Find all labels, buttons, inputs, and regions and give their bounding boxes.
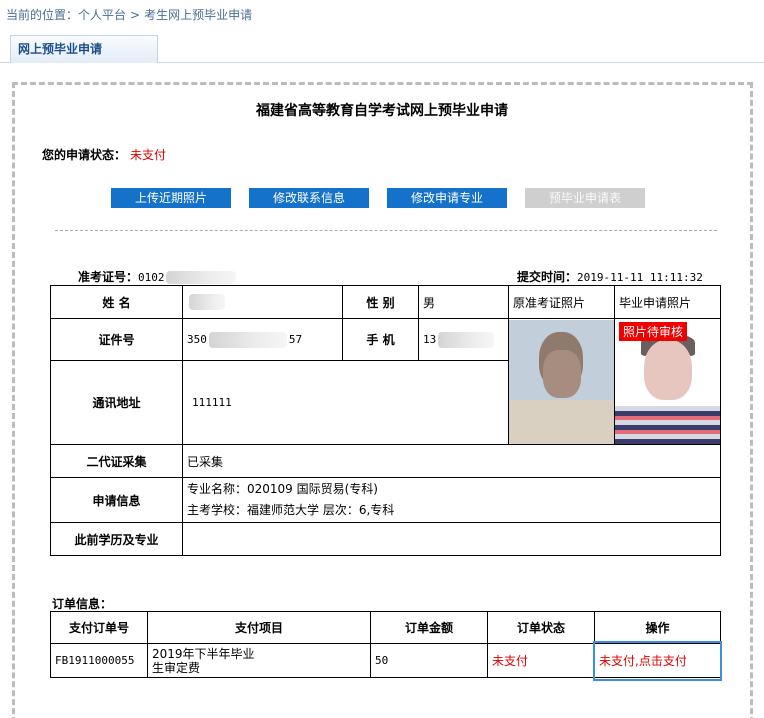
exam-number-label: 准考证号：: [78, 270, 139, 284]
major-line: 专业名称：020109 国际贸易(专科): [187, 482, 378, 496]
prior-education-label: 此前学历及专业: [50, 522, 183, 556]
application-form-button: 预毕业申请表: [525, 188, 645, 208]
edit-contact-button[interactable]: 修改联系信息: [249, 188, 369, 208]
id-prefix: 350: [187, 332, 207, 346]
redaction-blur: [189, 294, 225, 310]
application-info-value: 专业名称：020109 国际贸易(专科) 主考学校：福建师范大学 层次：6,专科: [182, 477, 721, 523]
redaction-blur: [165, 271, 236, 284]
table-row: FB1911000055 2019年下半年毕业 生审定费 50 未支付 未支付,…: [50, 641, 722, 681]
table-row: 此前学历及专业: [50, 522, 721, 556]
breadcrumb: 当前的位置：个人平台 > 考生网上预毕业申请: [6, 6, 252, 23]
payment-item-line2: 生审定费: [152, 660, 201, 675]
tab-pre-graduation[interactable]: 网上预毕业申请: [10, 35, 158, 63]
phone-prefix: 13: [423, 332, 437, 346]
original-photo-cell: [508, 318, 615, 445]
graduation-photo: 照片待审核: [615, 320, 720, 444]
pay-now-link[interactable]: 未支付,点击支付: [599, 654, 687, 668]
redaction-blur: [438, 331, 495, 348]
status-label: 您的申请状态：: [42, 148, 127, 162]
graduation-photo-cell: 照片待审核: [614, 318, 721, 445]
phone-label: 手 机: [342, 318, 419, 361]
id-number-value: 350 57: [182, 318, 343, 361]
column-header: 操作: [594, 611, 721, 644]
breadcrumb-item-pre-graduation[interactable]: 考生网上预毕业申请: [144, 8, 252, 22]
upload-photo-button[interactable]: 上传近期照片: [111, 188, 231, 208]
application-status: 您的申请状态： 未支付: [42, 146, 166, 163]
column-header: 支付订单号: [50, 611, 148, 644]
exam-number: 准考证号：0102: [78, 268, 236, 285]
order-action-cell: 未支付,点击支付: [593, 641, 722, 681]
name-label: 姓 名: [50, 285, 183, 319]
submit-time-value: 2019-11-11 11:11:32: [577, 271, 703, 284]
submit-time: 提交时间：2019-11-11 11:11:32: [517, 268, 703, 285]
submit-time-label: 提交时间：: [517, 270, 578, 284]
breadcrumb-prefix: 当前的位置：: [6, 8, 79, 22]
table-row: 二代证采集 已采集: [50, 444, 721, 478]
address-value: 111111: [182, 360, 509, 445]
table-header-row: 支付订单号 支付项目 订单金额 订单状态 操作: [50, 611, 721, 644]
photo-pending-badge: 照片待审核: [619, 322, 688, 341]
breadcrumb-separator: >: [130, 8, 141, 22]
divider: [55, 230, 717, 231]
phone-value: 13: [418, 318, 509, 361]
idcard-collection-value: 已采集: [182, 444, 721, 478]
payment-item: 2019年下半年毕业 生审定费: [147, 643, 371, 678]
original-photo-label: 原准考证照片: [508, 285, 615, 319]
graduation-photo-label: 毕业申请照片: [614, 285, 721, 319]
idcard-collection-label: 二代证采集: [50, 444, 183, 478]
column-header: 订单金额: [370, 611, 488, 644]
tab-bar: 网上预毕业申请: [0, 33, 764, 63]
table-row: 姓 名 性 别 男 原准考证照片 毕业申请照片: [50, 285, 721, 319]
order-status: 未支付: [487, 643, 595, 678]
page-title: 福建省高等教育自学考试网上预毕业申请: [256, 103, 508, 119]
status-value: 未支付: [130, 148, 167, 162]
column-header: 支付项目: [147, 611, 371, 644]
edit-major-button[interactable]: 修改申请专业: [387, 188, 507, 208]
table-row: 证件号 350 57 手 机 13 照片待审核: [50, 318, 721, 445]
original-photo: [509, 320, 614, 444]
application-info-label: 申请信息: [50, 477, 183, 523]
redaction-blur: [208, 331, 287, 348]
gender-label: 性 别: [342, 285, 419, 319]
id-suffix: 57: [288, 332, 303, 346]
id-number-label: 证件号: [50, 318, 183, 361]
breadcrumb-item-personal-platform[interactable]: 个人平台: [78, 8, 126, 22]
name-value-cell: [182, 285, 343, 319]
school-line: 主考学校：福建师范大学 层次：6,专科: [187, 503, 395, 517]
prior-education-value: [182, 522, 721, 556]
applicant-info-table: 姓 名 性 别 男 原准考证照片 毕业申请照片 证件号 350 57 手 机 13…: [50, 285, 721, 556]
payment-item-line1: 2019年下半年毕业: [152, 646, 255, 661]
address-label: 通讯地址: [50, 360, 183, 445]
table-row: 申请信息 专业名称：020109 国际贸易(专科) 主考学校：福建师范大学 层次…: [50, 477, 721, 523]
orders-section-label: 订单信息：: [52, 597, 113, 611]
order-number: FB1911000055: [50, 643, 148, 678]
order-amount: 50: [370, 643, 488, 678]
exam-number-value: 0102: [138, 271, 165, 284]
orders-table: 支付订单号 支付项目 订单金额 订单状态 操作 FB1911000055 201…: [50, 611, 722, 681]
column-header: 订单状态: [487, 611, 595, 644]
gender-value: 男: [418, 285, 509, 319]
